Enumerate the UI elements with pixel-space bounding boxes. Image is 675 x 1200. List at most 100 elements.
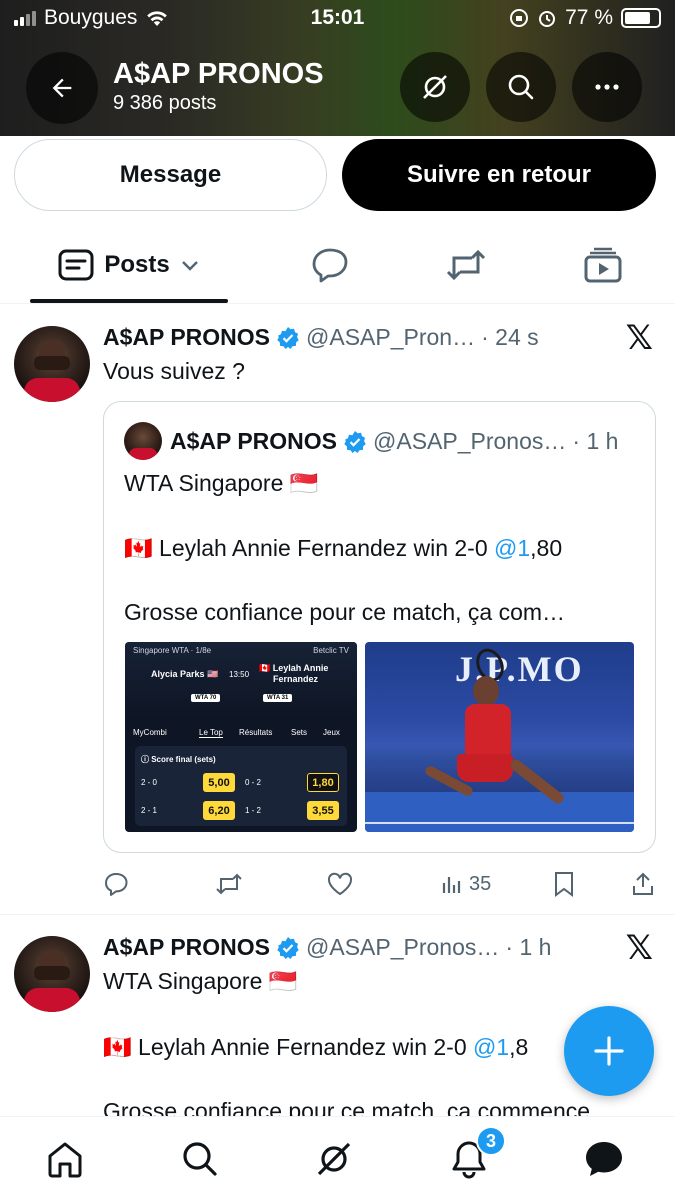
home-icon bbox=[48, 1142, 82, 1178]
bet-odd: 1,80 bbox=[307, 773, 339, 792]
tennis-player-photo[interactable]: J.P.MO bbox=[365, 642, 634, 832]
tweet-line-1: WTA Singapore 🇸🇬 bbox=[103, 968, 298, 994]
x-logo-icon: 𝕏 bbox=[625, 319, 653, 357]
bet-player-2-line-2: Fernandez bbox=[273, 674, 319, 684]
verified-badge-icon bbox=[343, 430, 367, 454]
posts-icon bbox=[58, 249, 94, 281]
back-button[interactable] bbox=[26, 52, 98, 124]
plus-icon bbox=[594, 1036, 624, 1066]
author-handle[interactable]: @ASAP_Pronos… bbox=[306, 934, 499, 961]
bet-nav-item: Jeux bbox=[323, 728, 340, 737]
quoted-line-1: WTA Singapore 🇸🇬 bbox=[124, 470, 319, 496]
repost-icon bbox=[446, 249, 486, 281]
nav-grok[interactable] bbox=[312, 1137, 356, 1181]
alarm-icon bbox=[539, 11, 556, 27]
reply-icon bbox=[105, 873, 128, 896]
bet-score: 1 - 2 bbox=[245, 806, 262, 815]
tweet-header: A$AP PRONOS @ASAP_Pron… · 24 s bbox=[103, 324, 539, 351]
betting-odds-image[interactable]: Singapore WTA · 1/8e Betclic TV Alycia P… bbox=[125, 642, 357, 832]
like-button[interactable] bbox=[327, 866, 353, 902]
bet-nav: MyCombi Le Top Résultats Sets Jeux bbox=[125, 722, 357, 746]
bet-odd: 3,55 bbox=[307, 801, 339, 820]
verified-badge-icon bbox=[276, 326, 300, 350]
bet-time: 13:50 bbox=[229, 670, 250, 679]
grok-button[interactable] bbox=[400, 52, 470, 122]
post-count: 9 386 posts bbox=[113, 92, 217, 114]
search-icon bbox=[183, 1142, 217, 1176]
bet-event: Singapore WTA · 1/8e bbox=[133, 646, 212, 655]
bet-odd: 5,00 bbox=[203, 773, 235, 792]
share-button[interactable] bbox=[631, 866, 655, 902]
tweet-text: Vous suivez ? bbox=[103, 358, 245, 384]
search-button[interactable] bbox=[486, 52, 556, 122]
follow-back-button[interactable]: Suivre en retour bbox=[342, 139, 656, 211]
quoted-author-name: A$AP PRONOS bbox=[170, 428, 338, 454]
heart-icon bbox=[327, 872, 353, 896]
quoted-header: A$AP PRONOS @ASAP_Pronos… · 1 h bbox=[170, 428, 618, 455]
more-button[interactable] bbox=[572, 52, 642, 122]
quoted-line-3: Grosse confiance pour ce match, ça com… bbox=[124, 599, 566, 625]
nav-messages[interactable] bbox=[582, 1137, 626, 1181]
tab-media[interactable] bbox=[572, 226, 634, 304]
tweet-avatar[interactable] bbox=[14, 326, 90, 402]
tab-replies[interactable] bbox=[300, 226, 360, 304]
views-count: 35 bbox=[469, 872, 492, 895]
tab-posts[interactable]: Posts bbox=[30, 226, 228, 304]
tweet-time: · 1 h bbox=[505, 934, 552, 960]
mention-link[interactable]: @1 bbox=[494, 535, 530, 561]
repost-button[interactable] bbox=[215, 866, 243, 902]
quoted-avatar bbox=[124, 422, 162, 460]
tweet-avatar[interactable] bbox=[14, 936, 90, 1012]
bet-nav-item: Sets bbox=[291, 728, 308, 737]
bet-score: 2 - 0 bbox=[141, 778, 158, 787]
nav-home[interactable] bbox=[43, 1137, 87, 1181]
message-button[interactable]: Message bbox=[14, 139, 327, 211]
bet-broadcaster: Betclic TV bbox=[313, 646, 349, 655]
bet-player-1: Alycia Parks 🇺🇸 bbox=[151, 669, 219, 679]
author-handle[interactable]: @ASAP_Pron… bbox=[306, 324, 475, 351]
tweet-header: A$AP PRONOS @ASAP_Pronos… · 1 h bbox=[103, 934, 551, 961]
bet-score: 2 - 1 bbox=[141, 806, 158, 815]
tweet-time: · 24 s bbox=[481, 324, 539, 350]
tweet-actions: 35 bbox=[103, 866, 655, 902]
nav-search[interactable] bbox=[178, 1137, 222, 1181]
quoted-tweet[interactable]: A$AP PRONOS @ASAP_Pronos… · 1 h WTA Sing… bbox=[103, 401, 656, 853]
author-name[interactable]: A$AP PRONOS bbox=[103, 324, 270, 351]
bookmark-icon bbox=[555, 872, 573, 897]
tweet-line-2: 🇨🇦 Leylah Annie Fernandez win 2-0 @1,8 bbox=[103, 1034, 528, 1061]
quoted-line-2: 🇨🇦 Leylah Annie Fernandez win 2-0 @1,80 bbox=[124, 535, 562, 562]
quoted-time: · 1 h bbox=[572, 428, 619, 454]
more-icon bbox=[595, 84, 619, 90]
bet-score: 0 - 2 bbox=[245, 778, 262, 787]
profile-tabs: Posts bbox=[0, 226, 675, 304]
views-button[interactable]: 35 bbox=[441, 866, 491, 902]
grok-icon bbox=[423, 75, 447, 99]
battery-percent: 77 % bbox=[565, 6, 613, 29]
share-icon bbox=[633, 872, 653, 895]
bet-nav-item: Le Top bbox=[199, 728, 223, 738]
search-icon bbox=[508, 74, 534, 100]
bet-rank-1: WTA 70 bbox=[191, 694, 221, 702]
tab-reposts[interactable] bbox=[436, 226, 496, 304]
bet-nav-item: MyCombi bbox=[133, 728, 167, 737]
bet-rank-2: WTA 31 bbox=[263, 694, 293, 702]
bookmark-button[interactable] bbox=[553, 866, 575, 902]
bet-market-panel: ⓘ Score final (sets) 2 - 0 5,00 0 - 2 1,… bbox=[135, 746, 347, 826]
status-right: 77 % bbox=[509, 6, 661, 30]
bet-nav-item: Résultats bbox=[239, 728, 273, 737]
reply-button[interactable] bbox=[103, 866, 129, 902]
quoted-author-handle: @ASAP_Pronos… bbox=[373, 428, 567, 454]
chevron-down-icon bbox=[181, 261, 198, 271]
bet-odd: 6,20 bbox=[203, 801, 235, 820]
mention-link[interactable]: @1 bbox=[473, 1034, 509, 1060]
x-logo-icon: 𝕏 bbox=[625, 929, 653, 967]
quoted-line-2-suffix: ,80 bbox=[530, 535, 563, 561]
bet-market-title: ⓘ Score final (sets) bbox=[141, 755, 216, 764]
views-icon bbox=[442, 877, 461, 893]
compose-button[interactable] bbox=[564, 1006, 654, 1096]
reply-icon bbox=[312, 248, 348, 283]
status-bar: Bouygues 15:01 77 % bbox=[0, 0, 675, 38]
profile-name: A$AP PRONOS bbox=[113, 58, 324, 90]
author-name[interactable]: A$AP PRONOS bbox=[103, 934, 270, 961]
notifications-badge: 3 bbox=[476, 1126, 506, 1156]
